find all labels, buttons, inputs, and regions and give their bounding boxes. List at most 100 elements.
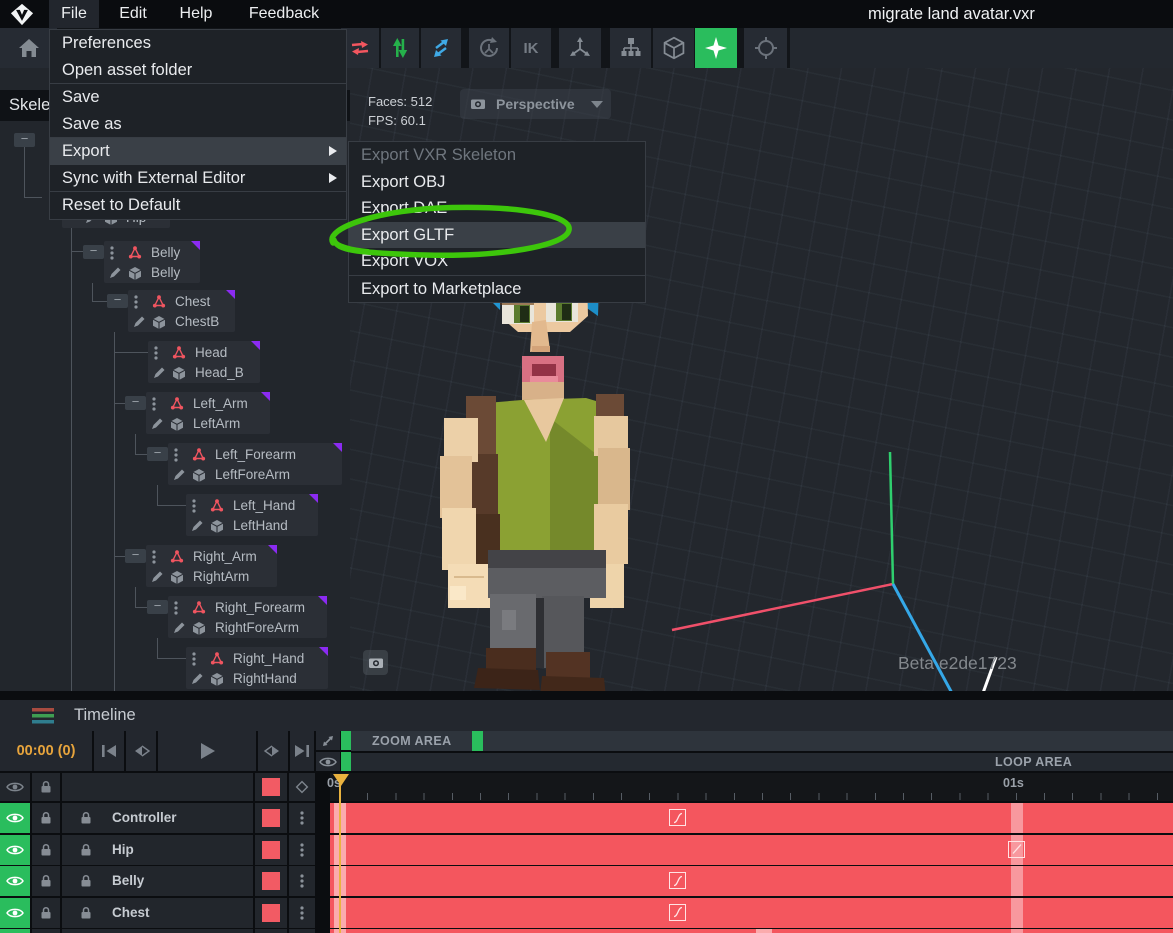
drag-handle-icon[interactable] bbox=[174, 601, 178, 615]
track-lock-toggle[interactable] bbox=[32, 803, 60, 833]
mesh-name[interactable]: RightForeArm bbox=[215, 620, 299, 635]
track-color-swatch[interactable] bbox=[255, 898, 287, 928]
track-visibility-toggle[interactable] bbox=[0, 866, 30, 896]
track-clip[interactable] bbox=[330, 835, 1173, 865]
skip-to-start-button[interactable] bbox=[94, 731, 124, 771]
collapse-button[interactable]: − bbox=[147, 447, 168, 461]
skip-to-end-button[interactable] bbox=[290, 731, 314, 771]
mesh-name[interactable]: LeftForeArm bbox=[215, 467, 290, 482]
bone-name[interactable]: Head bbox=[195, 345, 227, 360]
playhead-handle[interactable] bbox=[333, 774, 349, 786]
menu-help[interactable]: Help bbox=[166, 0, 226, 28]
menu-item-reset-to-default[interactable]: Reset to Default bbox=[50, 192, 346, 219]
skeleton-node-right-arm[interactable]: Right_Arm RightArm bbox=[146, 545, 277, 587]
menu-item-save-as[interactable]: Save as bbox=[50, 111, 346, 138]
bone-name[interactable]: Right_Arm bbox=[193, 549, 257, 564]
tool-move-axes[interactable] bbox=[559, 28, 601, 68]
mesh-name[interactable]: LeftHand bbox=[233, 518, 288, 533]
collapse-button[interactable]: − bbox=[125, 396, 146, 410]
track-options-button[interactable] bbox=[289, 898, 315, 928]
track-lock-toggle[interactable] bbox=[32, 835, 60, 865]
track-lock-toggle[interactable] bbox=[32, 898, 60, 928]
mesh-name[interactable]: ChestB bbox=[175, 314, 219, 329]
tool-swap-diagonal[interactable] bbox=[421, 28, 461, 68]
loop-area-start-handle[interactable] bbox=[341, 752, 351, 771]
fast-forward-button[interactable] bbox=[258, 731, 288, 771]
tool-snap-active[interactable] bbox=[695, 28, 737, 68]
track-clip[interactable] bbox=[330, 803, 1173, 833]
tool-sort-vertical[interactable] bbox=[381, 28, 419, 68]
track-clip[interactable] bbox=[330, 866, 1173, 896]
keyframe-ease[interactable] bbox=[669, 904, 686, 921]
tool-skeleton-hierarchy[interactable] bbox=[610, 28, 651, 68]
resize-handle-button[interactable] bbox=[316, 731, 340, 750]
track-options-button[interactable] bbox=[289, 929, 315, 933]
menu-item-export-gltf[interactable]: Export GLTF bbox=[349, 222, 645, 249]
track-lock-toggle[interactable] bbox=[32, 866, 60, 896]
bone-name[interactable]: Left_Hand bbox=[233, 498, 295, 513]
keyframe-ease[interactable] bbox=[669, 872, 686, 889]
camera-mode-dropdown[interactable]: Perspective bbox=[460, 89, 611, 119]
screenshot-button[interactable] bbox=[363, 650, 388, 675]
track-color-swatch[interactable] bbox=[255, 929, 287, 933]
mesh-name[interactable]: RightArm bbox=[193, 569, 249, 584]
menu-item-open-asset-folder[interactable]: Open asset folder bbox=[50, 57, 346, 84]
bone-name[interactable]: Right_Forearm bbox=[215, 600, 305, 615]
tool-ik[interactable]: IK bbox=[511, 28, 551, 68]
visibility-toggle-button[interactable] bbox=[316, 752, 340, 771]
track-options-button[interactable] bbox=[289, 835, 315, 865]
track-lock-toggle[interactable] bbox=[32, 929, 60, 933]
menu-edit[interactable]: Edit bbox=[104, 0, 162, 28]
zoom-area-end-handle[interactable] bbox=[472, 731, 483, 751]
track-visibility-toggle[interactable] bbox=[0, 898, 30, 928]
mesh-name[interactable]: Belly bbox=[151, 265, 180, 280]
skeleton-node-left-arm[interactable]: Left_Arm LeftArm bbox=[146, 392, 270, 434]
collapse-button[interactable]: − bbox=[14, 133, 35, 147]
toggle-all-visibility[interactable] bbox=[0, 773, 30, 801]
collapse-button[interactable]: − bbox=[107, 294, 128, 308]
menu-item-export-obj[interactable]: Export OBJ bbox=[349, 169, 645, 196]
playhead-line[interactable] bbox=[339, 774, 341, 933]
menu-item-export[interactable]: Export bbox=[50, 138, 346, 165]
menu-item-sync-external-editor[interactable]: Sync with External Editor bbox=[50, 165, 346, 192]
edit-pencil-icon[interactable] bbox=[108, 266, 122, 280]
skeleton-node-head[interactable]: Head Head_B bbox=[148, 341, 260, 383]
loop-area-bar[interactable]: LOOP AREA bbox=[351, 753, 1173, 771]
drag-handle-icon[interactable] bbox=[192, 652, 196, 666]
bone-name[interactable]: Belly bbox=[151, 245, 180, 260]
bone-name[interactable]: Left_Forearm bbox=[215, 447, 296, 462]
track-visibility-toggle[interactable] bbox=[0, 929, 30, 933]
edit-pencil-icon[interactable] bbox=[150, 570, 164, 584]
keyframe-linear[interactable] bbox=[1008, 841, 1025, 858]
drag-handle-icon[interactable] bbox=[174, 448, 178, 462]
track-name-cell[interactable]: Hip bbox=[62, 835, 253, 865]
edit-pencil-icon[interactable] bbox=[172, 468, 186, 482]
menu-item-export-vox[interactable]: Export VOX bbox=[349, 248, 645, 275]
drag-handle-icon[interactable] bbox=[154, 346, 158, 360]
bone-name[interactable]: Right_Hand bbox=[233, 651, 304, 666]
skeleton-node-belly[interactable]: Belly Belly bbox=[104, 241, 200, 283]
keyframe-diamond-button[interactable] bbox=[289, 773, 315, 801]
rewind-button[interactable] bbox=[126, 731, 156, 771]
mesh-name[interactable]: RightHand bbox=[233, 671, 297, 686]
drag-handle-icon[interactable] bbox=[152, 550, 156, 564]
skeleton-node-right-hand[interactable]: Right_Hand RightHand bbox=[186, 647, 328, 689]
drag-handle-icon[interactable] bbox=[134, 295, 138, 309]
tool-cube-view[interactable] bbox=[653, 28, 694, 68]
timeline-menu-icon[interactable] bbox=[32, 708, 58, 724]
keyframe-partial[interactable] bbox=[756, 929, 772, 933]
track-color-swatch[interactable] bbox=[255, 803, 287, 833]
menu-file[interactable]: File bbox=[49, 0, 99, 28]
track-color-all[interactable] bbox=[255, 773, 287, 801]
track-clip[interactable] bbox=[330, 898, 1173, 928]
edit-pencil-icon[interactable] bbox=[172, 621, 186, 635]
skeleton-node-right-forearm[interactable]: Right_Forearm RightForeArm bbox=[168, 596, 327, 638]
toggle-all-lock[interactable] bbox=[32, 773, 60, 801]
play-button[interactable] bbox=[158, 731, 256, 771]
tool-target[interactable] bbox=[744, 28, 787, 68]
skeleton-node-chest[interactable]: Chest ChestB bbox=[128, 290, 235, 332]
collapse-button[interactable]: − bbox=[83, 245, 104, 259]
edit-pencil-icon[interactable] bbox=[190, 519, 204, 533]
collapse-button[interactable]: − bbox=[125, 549, 146, 563]
keyframe-ease[interactable] bbox=[669, 809, 686, 826]
